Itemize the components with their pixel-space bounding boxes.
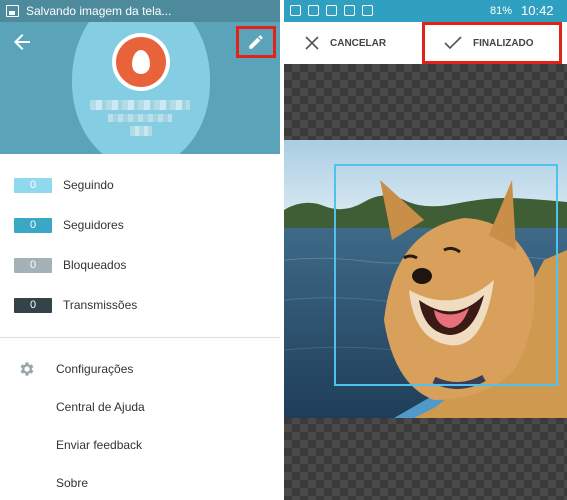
screenshot-icon — [6, 5, 19, 17]
pencil-icon — [249, 35, 263, 49]
message-icon — [326, 5, 337, 16]
profile-panel: Salvando imagem da tela... 0 Seguindo 0 … — [0, 0, 280, 500]
clock: 10:42 — [521, 3, 554, 18]
transparency-canvas — [284, 64, 567, 500]
count-badge: 0 — [14, 177, 52, 193]
status-bar-left: Salvando imagem da tela... — [0, 0, 280, 22]
stat-broadcasts[interactable]: 0 Transmissões — [0, 285, 280, 325]
count-badge: 0 — [14, 217, 52, 233]
cancel-label: CANCELAR — [330, 37, 387, 49]
menu-item-settings[interactable]: Configurações — [0, 350, 280, 388]
battery-level: 81% — [490, 5, 513, 17]
menu-item-feedback[interactable]: Enviar feedback — [0, 426, 280, 464]
back-arrow-icon[interactable] — [10, 30, 34, 54]
divider — [0, 337, 280, 338]
crop-toolbar: CANCELAR FINALIZADO — [284, 22, 567, 64]
cancel-button[interactable]: CANCELAR — [304, 30, 386, 56]
blurred-handle — [108, 114, 172, 122]
close-icon — [305, 36, 319, 50]
stats-list: 0 Seguindo 0 Seguidores 0 Bloqueados 0 T… — [0, 165, 280, 325]
menu-list: Configurações Central de Ajuda Enviar fe… — [0, 350, 280, 500]
notification-icon — [290, 5, 301, 16]
avatar[interactable] — [112, 33, 170, 91]
clipboard-icon — [344, 5, 355, 16]
status-notification: Salvando imagem da tela... — [26, 4, 172, 18]
stat-followers[interactable]: 0 Seguidores — [0, 205, 280, 245]
edit-profile-button[interactable] — [236, 26, 276, 58]
notification-icons — [290, 5, 373, 16]
blurred-info — [130, 126, 152, 136]
menu-label: Enviar feedback — [56, 438, 143, 452]
menu-label: Central de Ajuda — [56, 400, 145, 414]
menu-label: Sobre — [56, 476, 89, 490]
status-bar-right: 81% 10:42 — [284, 0, 567, 22]
image-icon — [308, 5, 319, 16]
check-icon — [362, 5, 373, 16]
count-badge: 0 — [14, 257, 52, 273]
blurred-username — [90, 100, 190, 110]
gear-icon — [18, 360, 36, 378]
profile-header — [0, 22, 280, 154]
stat-label: Seguidores — [63, 218, 124, 232]
done-button[interactable]: FINALIZADO — [422, 22, 562, 64]
checkmark-icon — [444, 36, 462, 50]
menu-item-about[interactable]: Sobre — [0, 464, 280, 500]
stat-blocked[interactable]: 0 Bloqueados — [0, 245, 280, 285]
menu-item-help[interactable]: Central de Ajuda — [0, 388, 280, 426]
stat-label: Bloqueados — [63, 258, 127, 272]
crop-selection-box[interactable] — [334, 164, 558, 386]
done-label: FINALIZADO — [473, 37, 534, 49]
stat-label: Seguindo — [63, 178, 114, 192]
crop-editor-panel: 81% 10:42 CANCELAR FINALIZADO — [284, 0, 567, 500]
egg-avatar-icon — [132, 50, 150, 74]
stat-label: Transmissões — [63, 298, 138, 312]
menu-label: Configurações — [56, 362, 134, 376]
count-badge: 0 — [14, 297, 52, 313]
stat-following[interactable]: 0 Seguindo — [0, 165, 280, 205]
